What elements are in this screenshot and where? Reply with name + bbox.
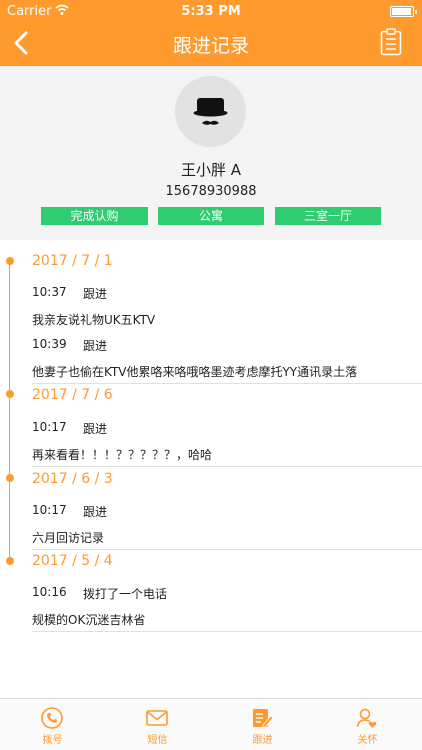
timeline-date: 2017 / 6 / 3: [32, 471, 113, 487]
tab-care[interactable]: 关怀: [315, 699, 420, 750]
entry-time: 10:17: [32, 503, 67, 517]
top-bar: Carrier 5:33 PM 跟进记录: [0, 0, 422, 66]
entry-content: 我亲友说礼物UK五KTV: [32, 313, 156, 327]
tab-bar: 拨号 短信 跟进 关怀: [0, 698, 422, 750]
status-bar: Carrier 5:33 PM: [0, 0, 422, 22]
edit-icon: [253, 709, 273, 729]
entry-content: 他妻子也偷在KTV他累咯来咯哦咯墨迹考虑摩托YY通讯录土落: [32, 365, 358, 379]
tag-subscription-status: 完成认购: [41, 207, 148, 225]
tab-dial[interactable]: 拨号: [0, 699, 105, 750]
page-title: 跟进记录: [172, 35, 249, 57]
divider: [32, 383, 422, 384]
customer-phone: 15678930988: [165, 184, 257, 199]
timeline-dot: [6, 474, 14, 482]
phone-icon: [41, 707, 63, 729]
entry-type: 跟进: [83, 287, 108, 301]
entry-time: 10:37: [32, 285, 67, 299]
timeline-dot: [6, 557, 14, 565]
entry-type: 拨打了一个电话: [83, 587, 168, 601]
customer-name: 王小胖 A: [180, 161, 242, 179]
entry-time: 10:39: [32, 337, 67, 351]
timeline-date: 2017 / 7 / 6: [32, 387, 113, 403]
divider: [32, 466, 422, 467]
entry-time: 10:17: [32, 420, 67, 434]
timeline-line: [9, 259, 10, 565]
avatar: [175, 76, 246, 147]
timeline-date: 2017 / 7 / 1: [32, 253, 113, 269]
tab-sms[interactable]: 短信: [105, 699, 210, 750]
timeline-dot: [6, 257, 14, 265]
tag-property-type: 公寓: [158, 207, 264, 225]
entry-content: 再来看看！！！？？？？？，哈哈: [32, 448, 213, 462]
divider: [32, 549, 422, 550]
profile-section: 王小胖 A 15678930988 完成认购 公寓 三室一厅: [0, 66, 422, 240]
tab-label: 关怀: [357, 735, 378, 746]
user-heart-icon: [356, 708, 377, 728]
status-time: 5:33 PM: [181, 4, 241, 19]
battery-icon: [390, 6, 417, 17]
nav-bar: 跟进记录: [0, 22, 422, 66]
timeline-dot: [6, 390, 14, 398]
tab-follow-up[interactable]: 跟进: [210, 699, 315, 750]
entry-type: 跟进: [83, 422, 108, 436]
entry-type: 跟进: [83, 505, 108, 519]
entry-content: 六月回访记录: [32, 531, 105, 545]
timeline-date: 2017 / 5 / 4: [32, 553, 113, 569]
tag-layout: 三室一厅: [275, 207, 381, 225]
entry-content: 规模的OK沉迷吉林省: [32, 613, 146, 627]
entry-time: 10:16: [32, 585, 67, 599]
divider: [32, 631, 422, 632]
tab-label: 拨号: [42, 735, 63, 746]
tab-label: 跟进: [252, 735, 273, 746]
entry-type: 跟进: [83, 339, 108, 353]
hat-mustache-icon: [193, 98, 228, 125]
mail-icon: [146, 710, 168, 726]
tab-label: 短信: [147, 735, 168, 746]
clipboard-list-icon[interactable]: [380, 28, 402, 56]
